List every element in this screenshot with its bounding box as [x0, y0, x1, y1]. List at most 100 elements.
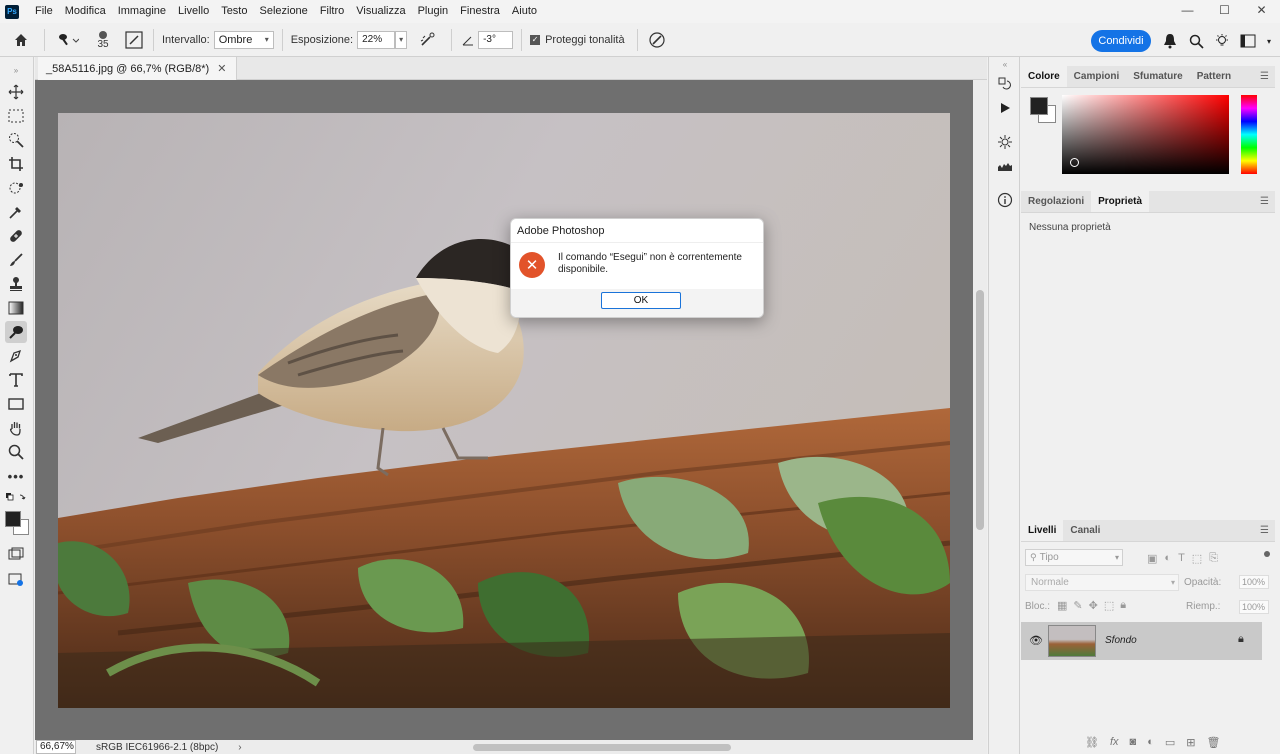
info-icon[interactable] [995, 190, 1015, 210]
foreground-color-swatch[interactable] [1030, 97, 1048, 115]
shape-filter-icon[interactable]: ⬚ [1192, 552, 1202, 565]
burn-tool-icon[interactable] [5, 321, 27, 343]
minimize-icon[interactable]: — [1169, 0, 1206, 23]
quick-mask-icon[interactable] [5, 543, 27, 565]
healing-brush-tool-icon[interactable] [5, 225, 27, 247]
fx-icon[interactable]: fx [1110, 736, 1119, 749]
pen-tool-icon[interactable] [5, 345, 27, 367]
esposizione-dropdown[interactable]: ▾ [395, 30, 408, 49]
type-filter-icon[interactable]: T [1178, 552, 1185, 565]
zoom-tool-icon[interactable] [5, 441, 27, 463]
brush-settings-panel-icon[interactable] [995, 132, 1015, 152]
move-tool-icon[interactable] [5, 81, 27, 103]
menu-filtro[interactable]: Filtro [314, 0, 350, 23]
zoom-field[interactable]: 66,67% [36, 740, 76, 754]
lock-all-icon[interactable]: 🔒︎ [1120, 599, 1126, 612]
menu-aiuto[interactable]: Aiuto [506, 0, 543, 23]
panel-menu-icon[interactable]: ☰ [1260, 525, 1269, 536]
esposizione-input[interactable]: 22% [357, 30, 396, 49]
frame-tool-icon[interactable] [5, 177, 27, 199]
brush-settings-icon[interactable] [123, 28, 145, 52]
lock-artboard-icon[interactable]: ⬚ [1104, 599, 1114, 612]
home-icon[interactable] [6, 28, 36, 52]
eye-icon[interactable]: 👁︎ [1029, 634, 1043, 647]
filter-toggle-icon[interactable] [1264, 551, 1270, 557]
image-filter-icon[interactable]: ▣ [1147, 552, 1157, 565]
brush-tool-icon[interactable] [5, 249, 27, 271]
menu-plugin[interactable]: Plugin [412, 0, 455, 23]
history-icon[interactable] [995, 74, 1015, 94]
tool-preset-picker[interactable] [53, 28, 83, 52]
actions-play-icon[interactable] [995, 98, 1015, 118]
brush-preset-picker[interactable]: 35 [83, 28, 123, 52]
hand-tool-icon[interactable] [5, 417, 27, 439]
tab-pattern[interactable]: Pattern [1190, 66, 1238, 87]
menu-selezione[interactable]: Selezione [253, 0, 313, 23]
layer-name[interactable]: Sfondo [1105, 635, 1137, 646]
tab-livelli[interactable]: Livelli [1021, 520, 1064, 541]
menu-file[interactable]: File [29, 0, 59, 23]
screen-mode-icon[interactable] [5, 569, 27, 591]
eyedropper-tool-icon[interactable] [5, 201, 27, 223]
horizontal-scrollbar-thumb[interactable] [473, 744, 731, 751]
tab-regolazioni[interactable]: Regolazioni [1021, 191, 1091, 212]
histogram-icon[interactable] [995, 156, 1015, 176]
layer-filter-select[interactable]: ⚲ Tipo ▾ [1025, 549, 1123, 566]
color-field[interactable] [1062, 95, 1229, 174]
intervallo-select[interactable]: Ombre ▾ [213, 30, 274, 49]
crop-tool-icon[interactable] [5, 153, 27, 175]
close-icon[interactable]: ✕ [217, 62, 226, 75]
chevron-down-icon[interactable]: ▾ [1264, 30, 1274, 52]
panel-menu-icon[interactable]: ☰ [1260, 71, 1269, 82]
type-tool-icon[interactable] [5, 369, 27, 391]
share-button[interactable]: Condividi [1091, 30, 1151, 52]
document-image[interactable] [58, 113, 950, 708]
add-mask-icon[interactable]: ◙ [1130, 736, 1137, 749]
gradient-tool-icon[interactable] [5, 297, 27, 319]
menu-modifica[interactable]: Modifica [59, 0, 112, 23]
adjustment-filter-icon[interactable]: ◐ [1164, 552, 1171, 565]
layer-row[interactable]: 👁︎ Sfondo 🔒︎ [1021, 622, 1262, 660]
search-icon[interactable] [1186, 30, 1206, 52]
lock-transparent-icon[interactable]: ▦ [1057, 599, 1067, 612]
hue-slider[interactable] [1241, 95, 1257, 174]
maximize-icon[interactable]: ☐ [1206, 0, 1243, 23]
lock-position-icon[interactable]: ✥ [1089, 599, 1098, 612]
color-picker-marker[interactable] [1070, 158, 1079, 167]
quick-selection-tool-icon[interactable] [5, 129, 27, 151]
blend-mode-select[interactable]: Normale ▾ [1025, 574, 1179, 591]
smart-object-filter-icon[interactable]: ⎘ [1209, 552, 1218, 565]
adjustment-layer-icon[interactable]: ◐ [1147, 736, 1154, 749]
lock-paint-icon[interactable]: ✎ [1073, 599, 1082, 612]
tab-canali[interactable]: Canali [1063, 520, 1107, 541]
more-tools-icon[interactable]: ••• [5, 465, 27, 487]
lightbulb-icon[interactable] [1212, 30, 1232, 52]
group-icon[interactable]: ▭ [1165, 736, 1175, 749]
document-tab[interactable]: _58A5116.jpg @ 66,7% (RGB/8*) ✕ [38, 57, 238, 80]
fill-input[interactable]: 100% [1239, 600, 1269, 614]
close-icon[interactable]: ✕ [1243, 0, 1280, 23]
bell-icon[interactable] [1160, 30, 1180, 52]
menu-finestra[interactable]: Finestra [454, 0, 506, 23]
foreground-color-swatch[interactable] [5, 511, 21, 527]
tab-campioni[interactable]: Campioni [1067, 66, 1127, 87]
scrollbar-thumb[interactable] [976, 290, 984, 530]
delete-layer-icon[interactable]: 🗑︎ [1206, 736, 1220, 749]
tab-proprieta[interactable]: Proprietà [1091, 191, 1150, 212]
collapse-icon[interactable]: « [995, 59, 1015, 69]
menu-immagine[interactable]: Immagine [112, 0, 172, 23]
menu-livello[interactable]: Livello [172, 0, 215, 23]
workspace-icon[interactable] [1238, 30, 1258, 52]
tab-sfumature[interactable]: Sfumature [1126, 66, 1189, 87]
menu-testo[interactable]: Testo [215, 0, 253, 23]
airbrush-icon[interactable] [413, 28, 443, 52]
tab-colore[interactable]: Colore [1021, 66, 1067, 87]
link-layers-icon[interactable]: ⛓︎ [1085, 736, 1099, 749]
swap-colors-icon[interactable] [5, 491, 27, 505]
new-layer-icon[interactable]: ⊞ [1186, 736, 1195, 749]
ok-button[interactable]: OK [601, 292, 681, 309]
opacity-input[interactable]: 100% [1239, 575, 1269, 589]
vertical-scrollbar[interactable] [973, 80, 987, 740]
pressure-icon[interactable] [646, 28, 668, 52]
angle-input[interactable]: -3° [478, 30, 514, 49]
